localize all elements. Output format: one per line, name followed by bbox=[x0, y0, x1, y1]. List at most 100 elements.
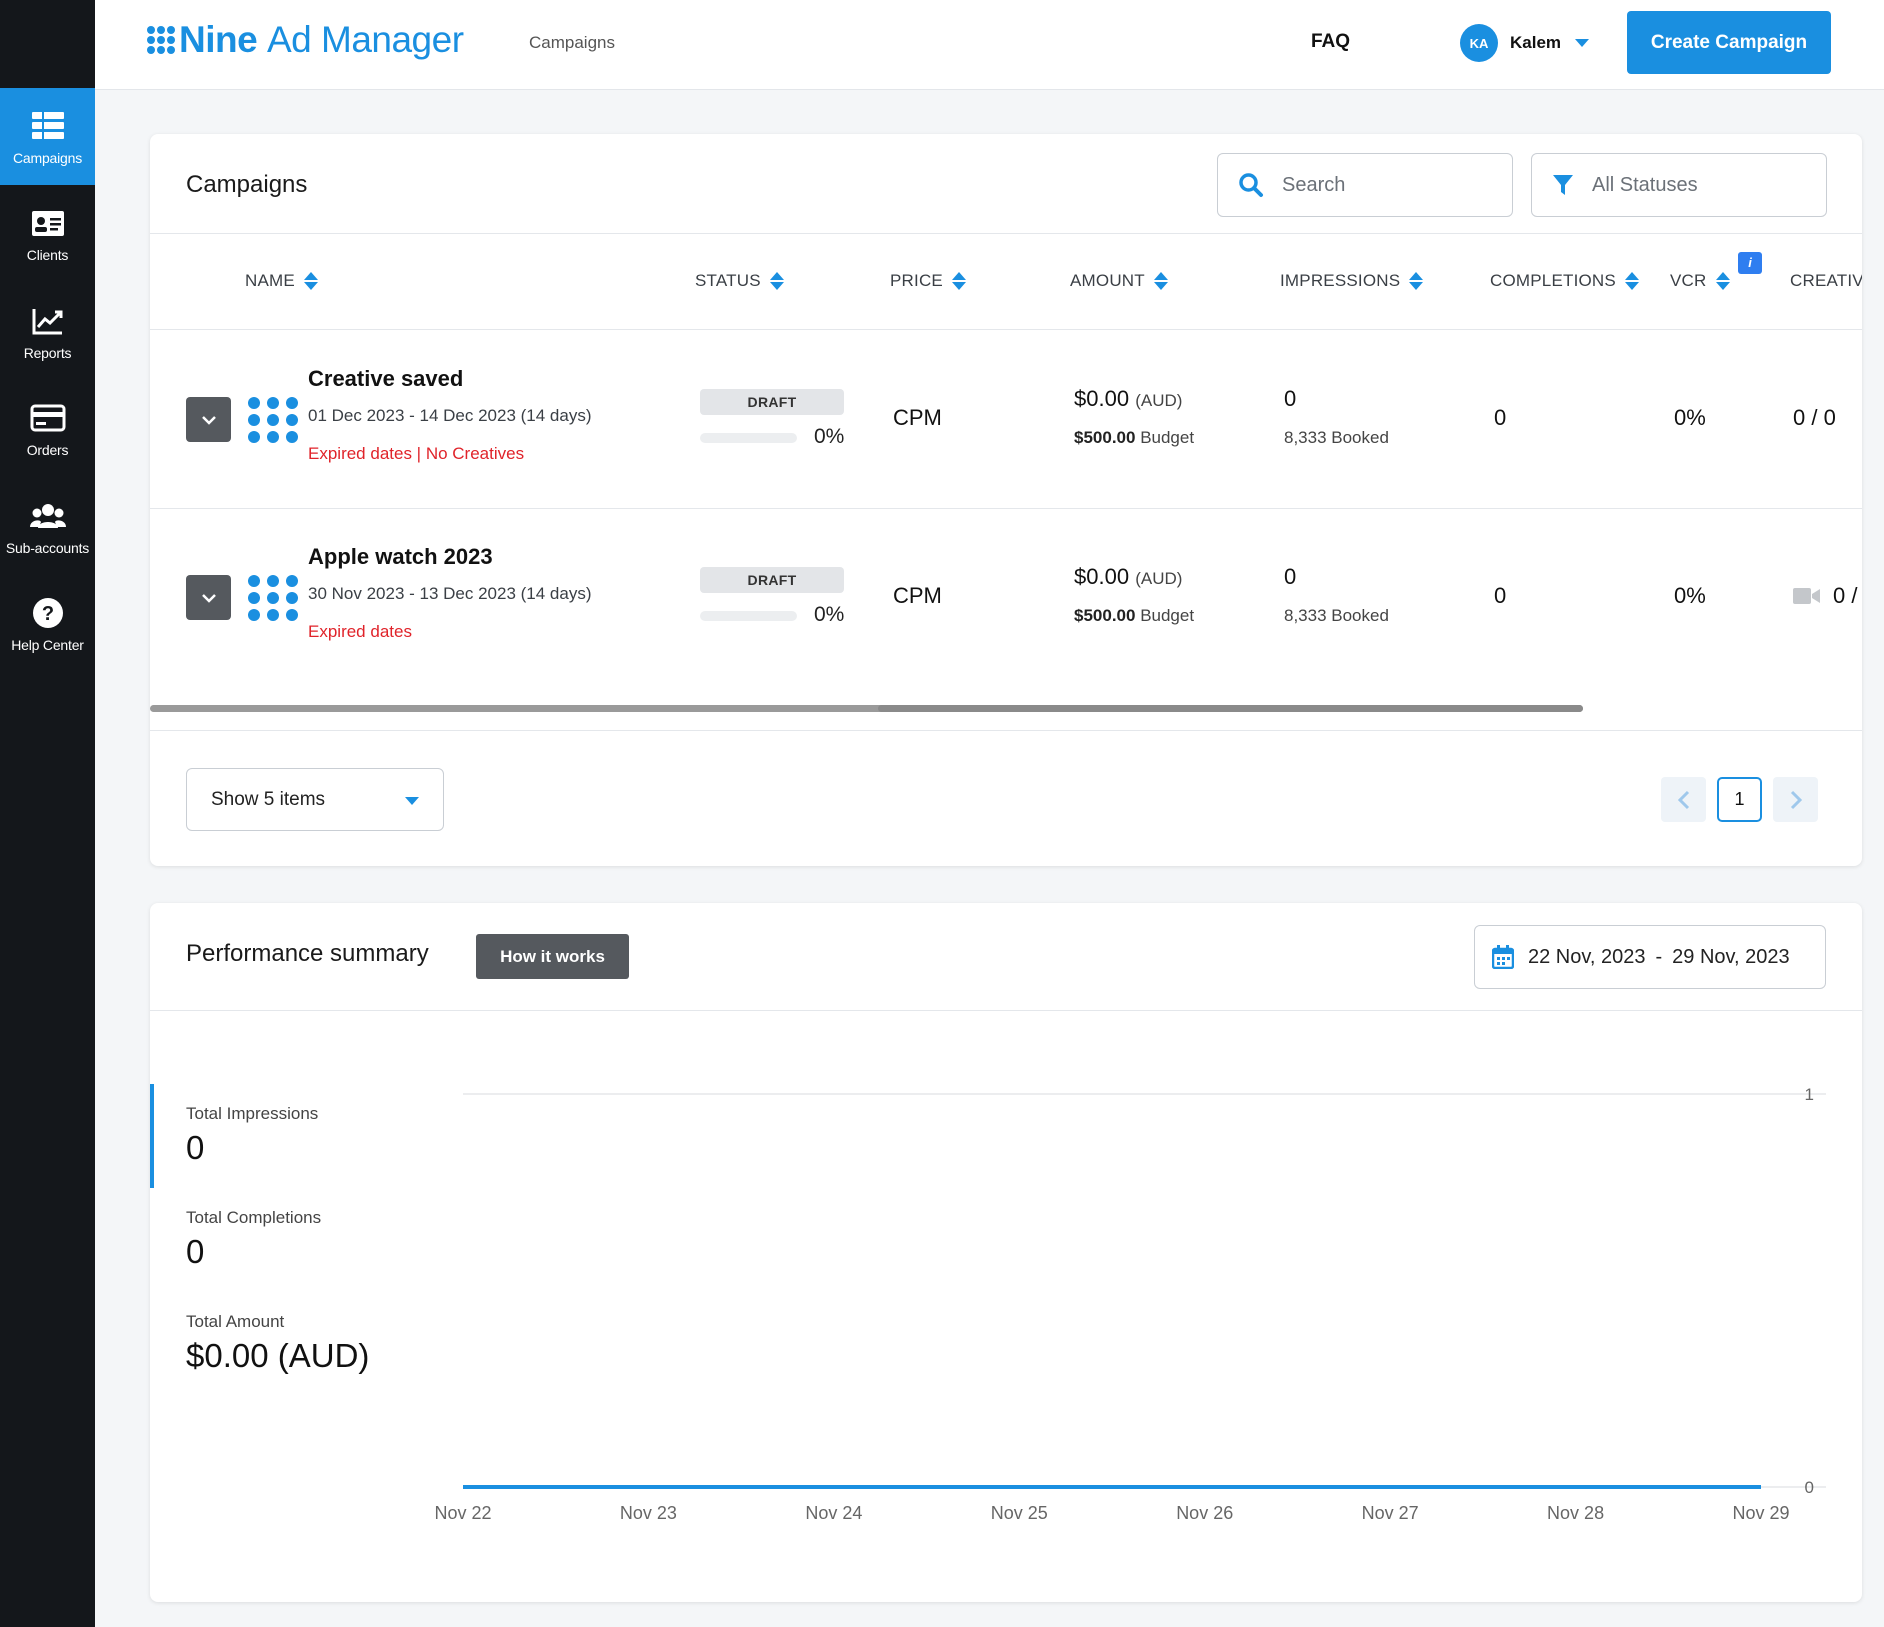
price-type: CPM bbox=[893, 583, 942, 608]
x-tick-label: Nov 29 bbox=[1732, 1503, 1789, 1523]
campaign-warning: Expired dates | No Creatives bbox=[308, 444, 525, 463]
page-size-value: Show 5 items bbox=[211, 788, 326, 810]
budget-value: $500.00 Budget bbox=[1074, 606, 1195, 625]
chevron-down-icon bbox=[405, 797, 419, 805]
impressions-value: 0 bbox=[1284, 564, 1297, 589]
chevron-down-icon bbox=[201, 415, 216, 425]
column-header-vcr[interactable]: VCR bbox=[1670, 271, 1730, 291]
column-header-status[interactable]: STATUS bbox=[695, 271, 784, 291]
user-name: Kalem bbox=[1510, 33, 1562, 52]
x-tick-label: Nov 28 bbox=[1547, 1503, 1604, 1523]
performance-card: Performance summary How it works 22 Nov,… bbox=[150, 903, 1862, 1602]
faq-link[interactable]: FAQ bbox=[1311, 31, 1350, 53]
completions-value: 0 bbox=[1494, 583, 1507, 608]
budget-value: $500.00 Budget bbox=[1074, 428, 1195, 447]
chevron-down-icon bbox=[201, 593, 216, 603]
creatives-value: 0 / 0 bbox=[1793, 405, 1836, 430]
scrollbar-thumb[interactable] bbox=[878, 705, 1583, 712]
column-header-creatives[interactable]: CREATIV bbox=[1790, 271, 1862, 291]
campaign-name-link[interactable]: Creative saved bbox=[308, 366, 463, 392]
page-size-select[interactable]: Show 5 items bbox=[186, 768, 444, 831]
avatar: KA bbox=[1460, 24, 1498, 62]
next-page-button[interactable] bbox=[1773, 777, 1818, 822]
sidebar-item-label: Clients bbox=[26, 247, 69, 263]
sidebar-item-label: Sub-accounts bbox=[5, 540, 90, 556]
expand-row-button[interactable] bbox=[186, 575, 231, 620]
logo-dots-icon bbox=[147, 26, 175, 54]
status-badge: DRAFT bbox=[700, 389, 844, 415]
x-tick-label: Nov 22 bbox=[434, 1503, 491, 1523]
sidebar-item-label: Campaigns bbox=[12, 150, 82, 166]
column-header-completions[interactable]: COMPLETIONS bbox=[1490, 271, 1639, 291]
progress-bar bbox=[700, 611, 797, 621]
x-tick-label: Nov 27 bbox=[1362, 1503, 1419, 1523]
sort-icon bbox=[1153, 271, 1168, 291]
sidebar-item-reports[interactable]: Reports bbox=[0, 283, 95, 380]
campaigns-title: Campaigns bbox=[186, 171, 308, 198]
chart-line-icon bbox=[32, 309, 62, 335]
chevron-down-icon bbox=[1575, 39, 1590, 47]
credit-card-icon bbox=[30, 404, 65, 432]
sidebar-item-campaigns[interactable]: Campaigns bbox=[0, 88, 95, 185]
y-tick-label: 0 bbox=[1805, 1478, 1814, 1497]
breadcrumb[interactable]: Campaigns bbox=[529, 33, 615, 53]
progress-percent: 0% bbox=[814, 603, 845, 626]
creatives-value: 0 / bbox=[1833, 583, 1858, 608]
impressions-value: 0 bbox=[1284, 386, 1297, 411]
status-filter-label: All Statuses bbox=[1592, 173, 1698, 196]
status-badge: DRAFT bbox=[700, 567, 844, 593]
impressions-booked: 8,333 Booked bbox=[1284, 428, 1389, 447]
y-tick-label: 1 bbox=[1805, 1085, 1814, 1104]
price-type: CPM bbox=[893, 405, 942, 430]
vcr-value: 0% bbox=[1674, 583, 1706, 608]
sort-icon bbox=[1624, 271, 1639, 291]
info-icon[interactable]: i bbox=[1738, 252, 1762, 274]
performance-chart: 1 0 Nov 22 Nov 23 Nov 24 Nov 25 Nov 26 Nov 27 No… bbox=[434, 1085, 1826, 1523]
column-header-price[interactable]: PRICE bbox=[890, 271, 966, 291]
expand-row-button[interactable] bbox=[186, 397, 231, 442]
x-tick-label: Nov 26 bbox=[1176, 1503, 1233, 1523]
divider bbox=[150, 730, 1862, 731]
column-header-impressions[interactable]: IMPRESSIONS bbox=[1280, 271, 1424, 291]
column-header-amount[interactable]: AMOUNT bbox=[1070, 271, 1168, 291]
question-circle-icon: ? bbox=[32, 598, 63, 628]
page-number-button[interactable]: 1 bbox=[1717, 777, 1762, 822]
sidebar-item-help-center[interactable]: ? Help Center bbox=[0, 575, 95, 672]
x-tick-label: Nov 23 bbox=[620, 1503, 677, 1523]
campaign-name-link[interactable]: Apple watch 2023 bbox=[308, 544, 493, 570]
sidebar: Campaigns Clients Reports Orders Sub-acc… bbox=[0, 0, 95, 1627]
campaign-type-icon bbox=[248, 397, 298, 443]
sidebar-item-label: Help Center bbox=[11, 637, 84, 653]
sidebar-item-sub-accounts[interactable]: Sub-accounts bbox=[0, 478, 95, 575]
search-input[interactable]: Search bbox=[1217, 153, 1513, 217]
prev-page-button[interactable] bbox=[1661, 777, 1706, 822]
campaign-dates: 01 Dec 2023 - 14 Dec 2023 (14 days) bbox=[308, 406, 592, 425]
status-filter[interactable]: All Statuses bbox=[1531, 153, 1827, 217]
progress-percent: 0% bbox=[814, 425, 845, 448]
search-icon bbox=[1239, 173, 1263, 197]
user-menu[interactable]: KA Kalem bbox=[1460, 24, 1590, 62]
sidebar-item-orders[interactable]: Orders bbox=[0, 380, 95, 477]
campaigns-card: Campaigns Search All Statuses NAME STATU… bbox=[150, 134, 1862, 866]
x-tick-label: Nov 25 bbox=[991, 1503, 1048, 1523]
impressions-booked: 8,333 Booked bbox=[1284, 606, 1389, 625]
id-card-icon bbox=[31, 211, 64, 236]
svg-text:?: ? bbox=[41, 603, 53, 625]
sort-icon bbox=[1409, 271, 1424, 291]
completions-value: 0 bbox=[1494, 405, 1507, 430]
logo-text: Nine Ad Manager bbox=[179, 19, 464, 60]
sort-icon bbox=[951, 271, 966, 291]
sort-icon bbox=[769, 271, 784, 291]
progress-bar bbox=[700, 433, 797, 443]
create-campaign-button[interactable]: Create Campaign bbox=[1627, 11, 1831, 74]
horizontal-scrollbar[interactable] bbox=[150, 705, 1583, 712]
campaign-warning: Expired dates bbox=[308, 622, 412, 641]
sidebar-item-clients[interactable]: Clients bbox=[0, 185, 95, 282]
table-row[interactable]: Creative saved 01 Dec 2023 - 14 Dec 2023… bbox=[150, 330, 1862, 508]
amount-value: $0.00 (AUD) bbox=[1074, 564, 1183, 589]
sort-icon bbox=[303, 271, 318, 291]
sidebar-item-label: Reports bbox=[23, 345, 72, 361]
column-header-name[interactable]: NAME bbox=[245, 271, 318, 291]
table-row[interactable]: Apple watch 2023 30 Nov 2023 - 13 Dec 20… bbox=[150, 508, 1862, 686]
app-logo[interactable]: Nine Ad Manager bbox=[147, 18, 464, 62]
